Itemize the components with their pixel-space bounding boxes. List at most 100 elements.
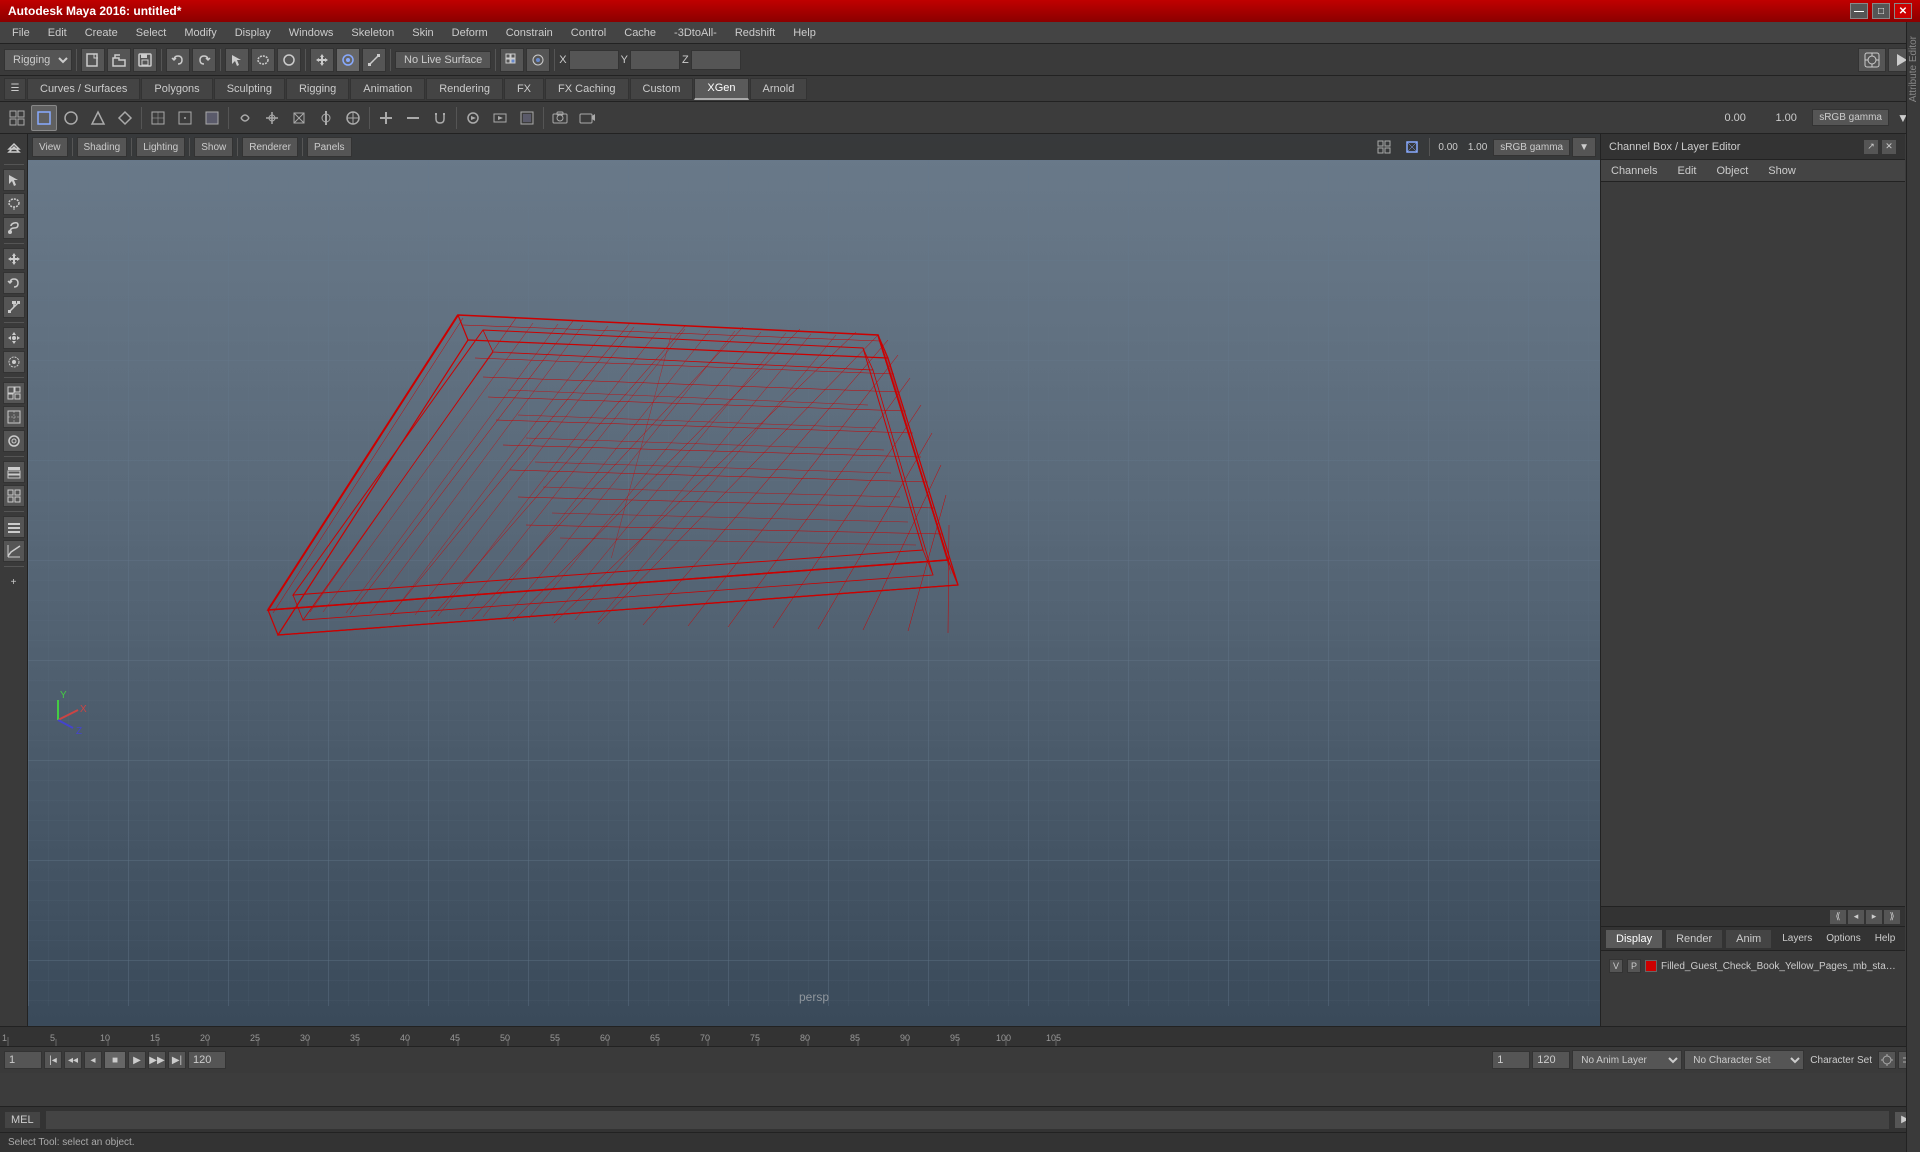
- open-scene-btn[interactable]: [107, 48, 131, 72]
- menu-3dtall[interactable]: -3DtoAll-: [666, 25, 725, 41]
- renderer-menu-btn[interactable]: Renderer: [242, 137, 298, 157]
- small-icon2[interactable]: [31, 105, 57, 131]
- scale-btn[interactable]: [3, 296, 25, 318]
- snap-grid-btn[interactable]: [500, 48, 524, 72]
- x-input[interactable]: [569, 50, 619, 70]
- menu-create[interactable]: Create: [77, 25, 126, 41]
- small-icon1[interactable]: [4, 105, 30, 131]
- layer-btn[interactable]: [3, 461, 25, 483]
- channel-box-btn[interactable]: [3, 485, 25, 507]
- menu-deform[interactable]: Deform: [444, 25, 496, 41]
- nav-prev-btn[interactable]: ◂: [1847, 909, 1865, 925]
- plus-icon[interactable]: [373, 105, 399, 131]
- anim-layer-dropdown[interactable]: No Anim Layer: [1572, 1050, 1682, 1070]
- render-icon1[interactable]: [460, 105, 486, 131]
- move-tool-btn[interactable]: [310, 48, 334, 72]
- menu-skin[interactable]: Skin: [404, 25, 441, 41]
- timeline-start-input[interactable]: [4, 1051, 42, 1069]
- scale-tool-btn[interactable]: [362, 48, 386, 72]
- channel-tab-show[interactable]: Show: [1758, 162, 1806, 180]
- no-live-surface-btn[interactable]: No Live Surface: [395, 51, 491, 69]
- menu-modify[interactable]: Modify: [176, 25, 224, 41]
- lasso-btn[interactable]: [3, 193, 25, 215]
- lighting-menu-btn[interactable]: Lighting: [136, 137, 185, 157]
- stop-btn[interactable]: ■: [104, 1051, 126, 1069]
- minimize-button[interactable]: —: [1850, 3, 1868, 19]
- nav-first-btn[interactable]: ⟪: [1829, 909, 1847, 925]
- tab-curves-surfaces[interactable]: Curves / Surfaces: [27, 78, 140, 100]
- paint-btn[interactable]: [3, 217, 25, 239]
- menu-icon[interactable]: ☰: [4, 78, 26, 100]
- panels-menu-btn[interactable]: Panels: [307, 137, 352, 157]
- gamma-display[interactable]: sRGB gamma: [1812, 109, 1889, 126]
- undo-btn[interactable]: [166, 48, 190, 72]
- y-input[interactable]: [630, 50, 680, 70]
- menu-select[interactable]: Select: [128, 25, 175, 41]
- channel-tab-object[interactable]: Object: [1706, 162, 1758, 180]
- save-scene-btn[interactable]: [133, 48, 157, 72]
- next-frame-btn[interactable]: ▶|: [168, 1051, 186, 1069]
- view-menu-btn[interactable]: View: [32, 137, 68, 157]
- prev-frame-btn[interactable]: |◂: [44, 1051, 62, 1069]
- view3d-btn[interactable]: [3, 382, 25, 404]
- minus-icon[interactable]: [400, 105, 426, 131]
- nav-last-btn[interactable]: ⟫: [1883, 909, 1901, 925]
- tab-arnold[interactable]: Arnold: [750, 78, 808, 100]
- vp-gamma[interactable]: sRGB gamma: [1493, 139, 1570, 156]
- menu-skeleton[interactable]: Skeleton: [343, 25, 402, 41]
- vp-icon-wireframe[interactable]: [1399, 137, 1425, 157]
- next-key-btn[interactable]: ▶▶: [148, 1051, 166, 1069]
- snap-icon3[interactable]: [286, 105, 312, 131]
- extra-btn[interactable]: +: [3, 571, 25, 593]
- paint-select-btn[interactable]: [277, 48, 301, 72]
- select-tool-btn[interactable]: [225, 48, 249, 72]
- camera-icon[interactable]: [547, 105, 573, 131]
- menu-edit[interactable]: Edit: [40, 25, 75, 41]
- soft-select-btn[interactable]: [3, 351, 25, 373]
- tab-custom[interactable]: Custom: [630, 78, 694, 100]
- render-icon3[interactable]: [514, 105, 540, 131]
- snap-icon1[interactable]: [232, 105, 258, 131]
- mel-label[interactable]: MEL: [4, 1111, 41, 1129]
- menu-file[interactable]: File: [4, 25, 38, 41]
- channel-tab-channels[interactable]: Channels: [1601, 162, 1667, 180]
- rotate-tool-btn[interactable]: [336, 48, 360, 72]
- new-scene-btn[interactable]: [81, 48, 105, 72]
- timeline-range-start[interactable]: [1492, 1051, 1530, 1069]
- attr-spread-btn[interactable]: [3, 516, 25, 538]
- graph-editor-btn[interactable]: [3, 540, 25, 562]
- prev-key-btn[interactable]: ◂◂: [64, 1051, 82, 1069]
- small-icon4[interactable]: [85, 105, 111, 131]
- redo-btn[interactable]: [192, 48, 216, 72]
- poly-icon2[interactable]: [172, 105, 198, 131]
- snap-icon2[interactable]: [259, 105, 285, 131]
- isolate-btn[interactable]: [3, 430, 25, 452]
- fit-btn[interactable]: [3, 406, 25, 428]
- play-back-btn[interactable]: ◂: [84, 1051, 102, 1069]
- shading-menu-btn[interactable]: Shading: [77, 137, 128, 157]
- timeline-end-input[interactable]: [188, 1051, 226, 1069]
- tab-animation[interactable]: Animation: [350, 78, 425, 100]
- menu-display[interactable]: Display: [227, 25, 279, 41]
- snap-icon5[interactable]: [340, 105, 366, 131]
- render-settings-btn[interactable]: [1858, 48, 1886, 72]
- timeline-settings-btn[interactable]: [1878, 1051, 1896, 1069]
- sidebar-arrow-btn[interactable]: [3, 138, 25, 160]
- poly-icon1[interactable]: [145, 105, 171, 131]
- vp-icon-grid[interactable]: [1371, 137, 1397, 157]
- timeline-range-end[interactable]: [1532, 1051, 1570, 1069]
- rigging-dropdown[interactable]: Rigging: [4, 49, 72, 71]
- camera-icon2[interactable]: [574, 105, 600, 131]
- move-btn[interactable]: [3, 248, 25, 270]
- render-icon2[interactable]: [487, 105, 513, 131]
- small-icon5[interactable]: [112, 105, 138, 131]
- tab-xgen[interactable]: XGen: [694, 78, 748, 100]
- tab-sculpting[interactable]: Sculpting: [214, 78, 285, 100]
- tab-fx-caching[interactable]: FX Caching: [545, 78, 628, 100]
- layer-v-btn[interactable]: V: [1609, 959, 1623, 973]
- play-forward-btn[interactable]: ▶: [128, 1051, 146, 1069]
- vp-gamma-arrow[interactable]: ▼: [1572, 137, 1596, 157]
- layer-options-help[interactable]: Help: [1869, 931, 1902, 946]
- maximize-button[interactable]: □: [1872, 3, 1890, 19]
- panel-float-btn[interactable]: ↗: [1863, 139, 1879, 155]
